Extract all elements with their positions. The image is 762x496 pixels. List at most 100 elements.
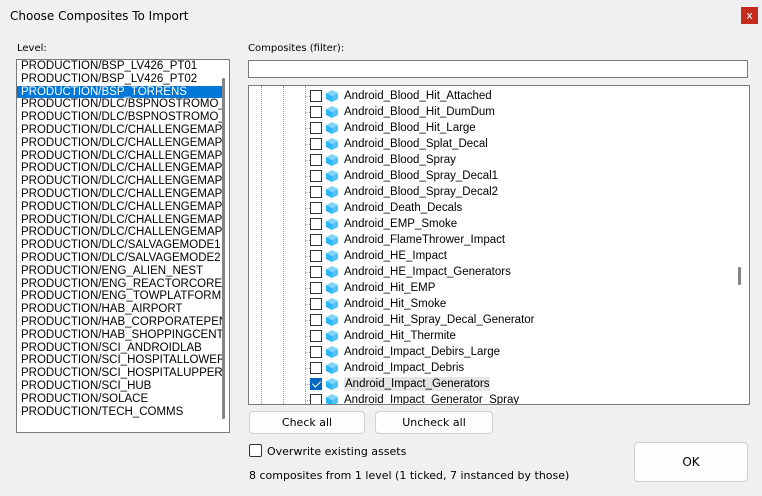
composite-cube-icon [326,314,338,326]
composite-tree-item[interactable]: Android_Blood_Hit_Large [249,120,734,136]
composite-checkbox[interactable] [310,314,322,326]
composite-tree-item[interactable]: Android_Hit_Smoke [249,296,734,312]
level-listbox[interactable]: PRODUCTION/BSP_LV426_PT01 PRODUCTION/BSP_… [16,59,230,433]
composite-cube-icon [326,346,338,358]
composite-cube-icon [326,170,338,182]
composite-checkbox[interactable] [310,186,322,198]
level-list-item[interactable]: PRODUCTION/SOLACE [17,393,222,406]
composite-tree-item[interactable]: Android_Blood_Spray [249,152,734,168]
composite-checkbox[interactable] [310,90,322,102]
composites-filter-label: Composites (filter): [248,43,345,54]
composite-tree-item[interactable]: Android_Blood_Spray_Decal1 [249,168,734,184]
composite-cube-icon [326,122,338,134]
composite-name: Android_Hit_Spray_Decal_Generator [344,314,535,326]
composite-name: Android_Blood_Hit_Attached [344,90,492,102]
level-list-item[interactable]: PRODUCTION/BSP_LV426_PT02 [17,73,222,86]
composite-tree-item[interactable]: Android_Impact_Generators [249,376,734,392]
level-list-item[interactable]: PRODUCTION/SCI_ANDROIDLAB [17,342,222,355]
overwrite-label: Overwrite existing assets [267,445,407,458]
ok-button[interactable]: OK [634,442,748,482]
composite-tree-item[interactable]: Android_Hit_Spray_Decal_Generator [249,312,734,328]
level-list-item[interactable]: PRODUCTION/TECH_COMMS [17,406,222,419]
check-all-button[interactable]: Check all [249,411,365,434]
level-list-item[interactable]: PRODUCTION/ENG_TOWPLATFORM [17,290,222,303]
composite-cube-icon [326,202,338,214]
level-list-item[interactable]: PRODUCTION/DLC/CHALLENGEMAP7 [17,214,222,227]
composite-tree-item[interactable]: Android_Impact_Generator_Spray [249,392,734,404]
level-list-item[interactable]: PRODUCTION/SCI_HOSPITALUPPER [17,367,222,380]
level-list-item[interactable]: PRODUCTION/DLC/CHALLENGEMAP9 [17,226,222,239]
composite-name: Android_HE_Impact_Generators [344,266,511,278]
level-list-item[interactable]: PRODUCTION/DLC/BSPNOSTROMO_ [17,111,222,124]
composite-checkbox[interactable] [310,362,322,374]
composite-name: Android_Blood_Splat_Decal [344,138,488,150]
level-list-item[interactable]: PRODUCTION/DLC/CHALLENGEMAP3 [17,175,222,188]
composite-tree-item[interactable]: Android_HE_Impact [249,248,734,264]
level-list-item[interactable]: PRODUCTION/HAB_AIRPORT [17,303,222,316]
composite-checkbox[interactable] [310,266,322,278]
composite-checkbox[interactable] [310,218,322,230]
composite-tree-item[interactable]: Android_Blood_Hit_DumDum [249,104,734,120]
uncheck-all-button[interactable]: Uncheck all [375,411,493,434]
composite-checkbox[interactable] [310,346,322,358]
composite-checkbox[interactable] [310,154,322,166]
level-list-item[interactable]: PRODUCTION/DLC/CHALLENGEMAP5 [17,201,222,214]
level-list-item[interactable]: PRODUCTION/BSP_TORRENS [17,85,222,99]
composite-cube-icon [326,106,338,118]
level-label: Level: [17,43,47,54]
composite-name: Android_Blood_Spray_Decal2 [344,186,499,198]
composite-checkbox[interactable] [310,250,322,262]
composite-tree-item[interactable]: Android_Blood_Splat_Decal [249,136,734,152]
status-text: 8 composites from 1 level (1 ticked, 7 i… [249,469,570,482]
level-list-item[interactable]: PRODUCTION/BSP_LV426_PT01 [17,60,222,73]
composite-cube-icon [326,218,338,230]
composite-checkbox[interactable] [310,122,322,134]
composite-checkbox[interactable] [310,282,322,294]
composite-tree-item[interactable]: Android_EMP_Smoke [249,216,734,232]
composite-name: Android_Blood_Hit_DumDum [344,106,495,118]
composite-tree-item[interactable]: Android_Hit_EMP [249,280,734,296]
level-scrollbar-thumb[interactable] [222,78,225,419]
composite-tree-item[interactable]: Android_Impact_Debris [249,360,734,376]
composite-checkbox[interactable] [310,330,322,342]
level-list-item[interactable]: PRODUCTION/DLC/CHALLENGEMAP4 [17,188,222,201]
level-list-item[interactable]: PRODUCTION/DLC/SALVAGEMODE1 [17,239,222,252]
composite-checkbox[interactable] [310,170,322,182]
composite-checkbox[interactable] [310,234,322,246]
composite-name: Android_Hit_Thermite [344,330,456,342]
level-list-item[interactable]: PRODUCTION/ENG_ALIEN_NEST [17,265,222,278]
composite-cube-icon [326,138,338,150]
composites-filter-input[interactable] [248,60,748,78]
composite-tree-item[interactable]: Android_Impact_Debirs_Large [249,344,734,360]
level-list-item[interactable]: PRODUCTION/ENG_REACTORCORE [17,278,222,291]
composite-tree-item[interactable]: Android_FlameThrower_Impact [249,232,734,248]
tree-scrollbar-thumb[interactable] [738,267,741,285]
composite-tree-item[interactable]: Android_Hit_Thermite [249,328,734,344]
composite-checkbox[interactable] [310,202,322,214]
composite-tree-item[interactable]: Android_Death_Decals [249,200,734,216]
level-list-item[interactable]: PRODUCTION/DLC/CHALLENGEMAP1 [17,137,222,150]
level-list-item[interactable]: PRODUCTION/DLC/CHALLENGEMAP1 [17,150,222,163]
composite-tree-item[interactable]: Android_Blood_Hit_Attached [249,88,734,104]
window-title: Choose Composites To Import [10,9,189,23]
composites-tree[interactable]: Android_Blood_Hit_Attached Android_Blood_… [248,85,750,405]
level-list-item[interactable]: PRODUCTION/DLC/CHALLENGEMAP1 [17,162,222,175]
composite-checkbox[interactable] [310,106,322,118]
level-list-item[interactable]: PRODUCTION/SCI_HUB [17,380,222,393]
composite-checkbox[interactable] [310,298,322,310]
composite-name: Android_Hit_EMP [344,282,436,294]
composite-cube-icon [326,186,338,198]
level-list-item[interactable]: PRODUCTION/DLC/CHALLENGEMAP1 [17,124,222,137]
level-list-item[interactable]: PRODUCTION/DLC/SALVAGEMODE2 [17,252,222,265]
composite-checkbox[interactable] [310,378,322,390]
composite-tree-item[interactable]: Android_Blood_Spray_Decal2 [249,184,734,200]
level-list-item[interactable]: PRODUCTION/HAB_CORPORATEPEN [17,316,222,329]
level-list-item[interactable]: PRODUCTION/SCI_HOSPITALLOWER [17,354,222,367]
overwrite-checkbox[interactable] [249,444,262,457]
level-list-item[interactable]: PRODUCTION/HAB_SHOPPINGCENTR [17,329,222,342]
composite-tree-item[interactable]: Android_HE_Impact_Generators [249,264,734,280]
composite-checkbox[interactable] [310,394,322,404]
close-button[interactable]: x [741,7,758,24]
composite-checkbox[interactable] [310,138,322,150]
level-list-item[interactable]: PRODUCTION/DLC/BSPNOSTROMO_ [17,98,222,111]
